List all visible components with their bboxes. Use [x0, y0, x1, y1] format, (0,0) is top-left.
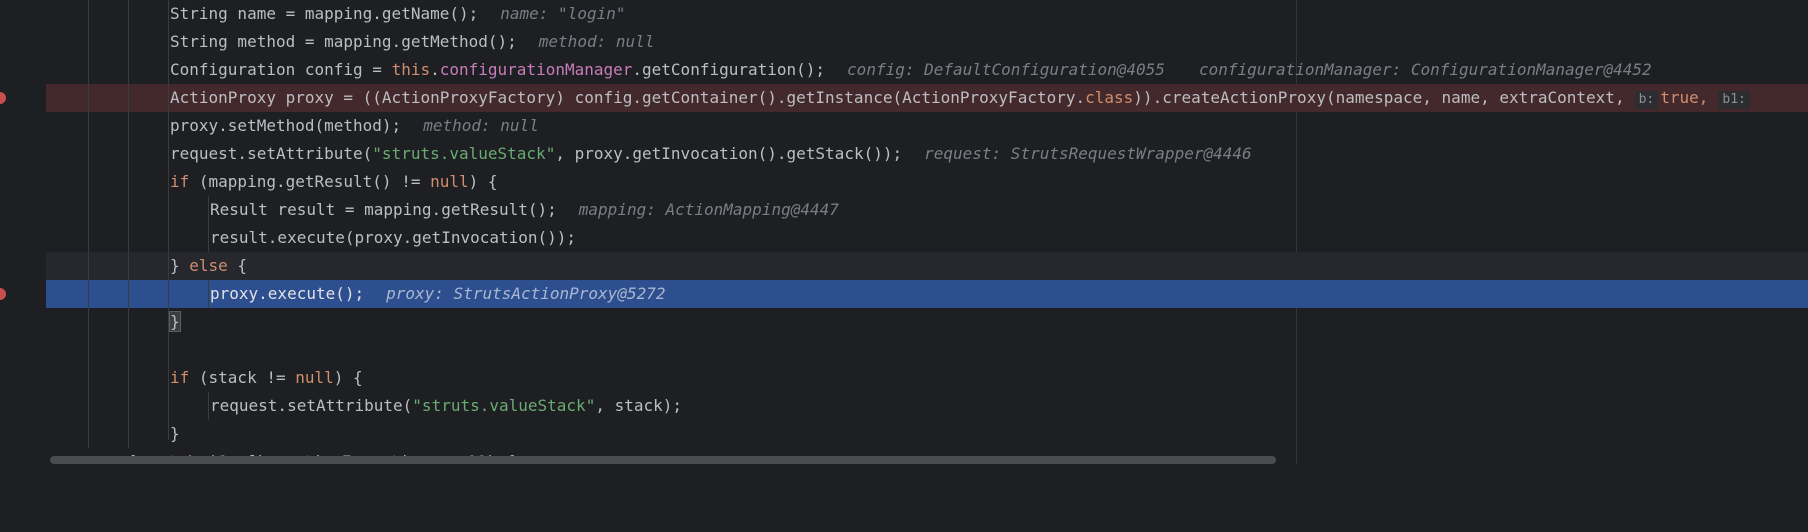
inline-debug-value: name: "login" — [500, 4, 626, 23]
breakpoint-line[interactable]: ActionProxy proxy = ((ActionProxyFactory… — [46, 84, 1808, 112]
code-text: if (mapping.getResult() != null) { — [170, 172, 498, 191]
indent-guide — [208, 196, 209, 252]
code-line[interactable] — [46, 336, 1808, 364]
code-text: } — [169, 308, 181, 336]
code-text: Configuration config = this.configuratio… — [170, 60, 1652, 79]
indent-guide — [88, 0, 89, 448]
code-line[interactable]: } — [46, 308, 1808, 336]
code-line[interactable]: proxy.setMethod(method); method: null — [46, 112, 1808, 140]
inline-debug-value: config: DefaultConfiguration@4055 — [847, 60, 1165, 79]
code-text: result.execute(proxy.getInvocation()); — [210, 228, 577, 247]
code-line[interactable]: result.execute(proxy.getInvocation()); — [46, 224, 1808, 252]
parameter-hint: b1: — [1718, 91, 1750, 109]
execution-point-line[interactable]: proxy.execute(); proxy: StrutsActionProxy… — [46, 280, 1808, 308]
code-line[interactable]: } else { — [46, 252, 1808, 280]
code-text: if (stack != null) { — [170, 368, 363, 387]
code-line[interactable]: String method = mapping.getMethod(); meth… — [46, 28, 1808, 56]
code-line[interactable]: request.setAttribute("struts.valueStack"… — [46, 392, 1808, 420]
inline-debug-value: proxy: StrutsActionProxy@5272 — [386, 284, 666, 303]
code-line[interactable]: } — [46, 420, 1808, 448]
editor-bottom-edge — [0, 464, 1808, 474]
horizontal-scrollbar[interactable] — [50, 456, 1276, 464]
code-text: } else { — [170, 256, 248, 275]
code-text: request.setAttribute("struts.valueStack"… — [210, 396, 683, 415]
inline-debug-value: method: null — [538, 32, 655, 51]
matched-brace: } — [169, 311, 181, 332]
code-text: } — [170, 424, 180, 443]
inline-debug-value: request: StrutsRequestWrapper@4446 — [924, 144, 1252, 163]
editor-gutter[interactable] — [0, 0, 46, 474]
inline-debug-value: configurationManager: ConfigurationManag… — [1198, 60, 1652, 79]
indent-guide — [208, 280, 209, 308]
inline-debug-value: mapping: ActionMapping@4447 — [578, 200, 839, 219]
code-text: request.setAttribute("struts.valueStack"… — [170, 144, 1252, 163]
code-line[interactable]: request.setAttribute("struts.valueStack"… — [46, 140, 1808, 168]
indent-guide — [208, 392, 209, 420]
code-text: proxy.setMethod(method); method: null — [170, 116, 539, 135]
code-text: Result result = mapping.getResult(); mapp… — [210, 200, 839, 219]
code-line[interactable]: String name = mapping.getName(); name: "l… — [46, 0, 1808, 28]
code-line[interactable]: Result result = mapping.getResult(); mapp… — [46, 196, 1808, 224]
code-line[interactable]: if (mapping.getResult() != null) { — [46, 168, 1808, 196]
code-line[interactable]: if (stack != null) { — [46, 364, 1808, 392]
indent-guide — [128, 0, 129, 448]
code-text: ActionProxy proxy = ((ActionProxyFactory… — [170, 84, 1752, 112]
code-line[interactable]: Configuration config = this.configuratio… — [46, 56, 1808, 84]
code-editor[interactable]: String name = mapping.getName(); name: "l… — [46, 0, 1808, 474]
parameter-hint: b: — [1634, 91, 1659, 109]
code-text: String method = mapping.getMethod(); meth… — [170, 32, 655, 51]
indent-guide — [168, 0, 169, 440]
inline-debug-value: method: null — [423, 116, 539, 135]
code-text: String name = mapping.getName(); name: "l… — [170, 4, 626, 23]
code-text: proxy.execute(); proxy: StrutsActionProxy… — [210, 284, 666, 303]
